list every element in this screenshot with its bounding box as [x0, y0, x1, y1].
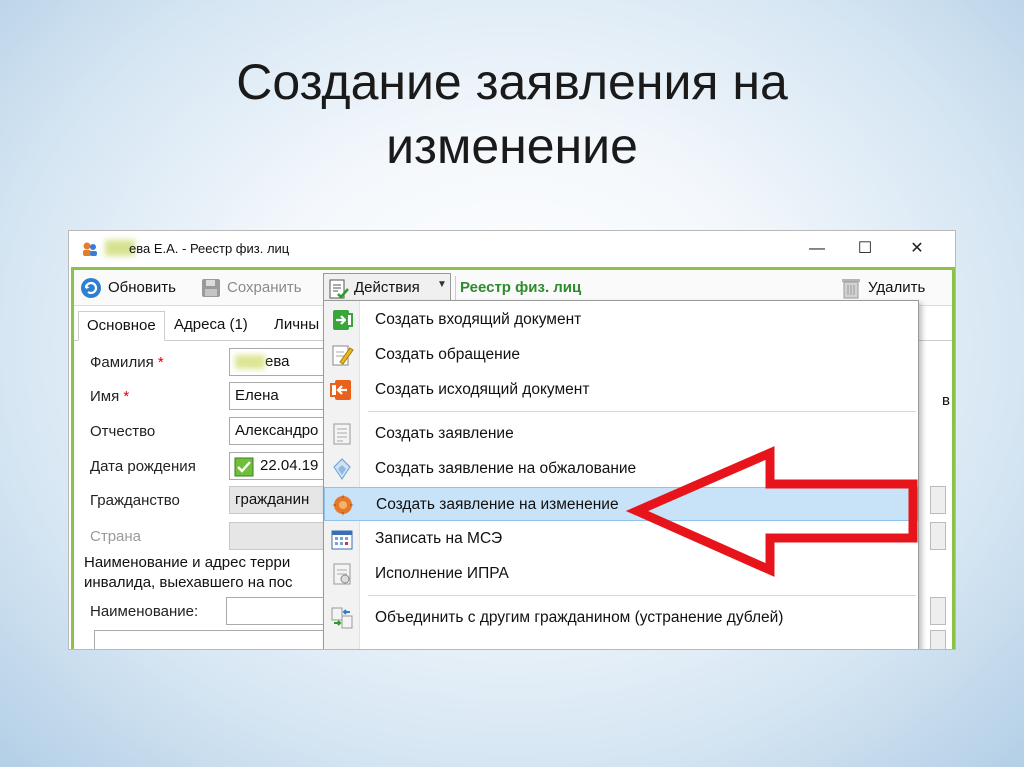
org-name-field[interactable] — [226, 597, 326, 625]
menu-item-label: Исполнение ИПРА — [375, 565, 509, 582]
menu-item-register-mse[interactable]: Записать на МСЭ — [324, 522, 918, 556]
menu-item-create-incoming[interactable]: Создать входящий документ — [324, 303, 918, 337]
menu-item-create-outgoing[interactable]: Создать исходящий документ — [324, 373, 918, 407]
floppy-icon — [202, 279, 220, 297]
menu-separator — [368, 411, 916, 412]
refresh-icon — [81, 278, 101, 298]
maximize-button[interactable]: ☐ — [853, 237, 877, 261]
pencil-doc-icon — [332, 345, 354, 366]
clipboard-check-icon — [329, 279, 349, 299]
menu-item-label: Объединить с другим гражданином (устране… — [375, 609, 784, 626]
country-field[interactable] — [229, 522, 329, 550]
actions-menu: Создать входящий документ Создать обраще… — [323, 300, 919, 649]
redacted-surname — [235, 355, 265, 370]
territory-text-line1: Наименование и адрес терри — [84, 554, 291, 571]
menu-item-label: Записать на МСЭ — [375, 530, 503, 547]
checkbox-calendar-icon[interactable] — [234, 457, 254, 477]
document-icon — [333, 423, 351, 445]
menu-separator — [368, 595, 916, 596]
minimize-button[interactable]: — — [805, 237, 829, 261]
citizenship-label: Гражданство — [90, 492, 180, 509]
menu-item-merge-citizen[interactable]: Объединить с другим гражданином (устране… — [324, 601, 918, 635]
refresh-label: Обновить — [108, 279, 176, 296]
edge-text: в — [942, 392, 950, 409]
territory-text-line2: инвалида, выехавшего на пос — [84, 574, 293, 591]
outgoing-doc-icon — [330, 380, 351, 400]
patronymic-label: Отчество — [90, 423, 156, 440]
change-request-icon — [332, 494, 354, 516]
surname-label: Фамилия * — [90, 354, 164, 371]
menu-item-label: Создать исходящий документ — [375, 381, 590, 398]
tab-personal[interactable]: Личны — [266, 311, 327, 341]
calendar-icon — [331, 530, 353, 550]
actions-button[interactable]: Действия ▼ — [323, 273, 451, 303]
app-window: ева Е.А. - Реестр физ. лиц — ☐ ✕ Обновит… — [68, 230, 956, 650]
save-button[interactable]: Сохранить — [201, 277, 302, 299]
menu-item-create-application[interactable]: Создать заявление — [324, 417, 918, 451]
tab-addresses[interactable]: Адреса (1) — [166, 311, 256, 341]
org-dropdown-edge[interactable] — [930, 597, 946, 625]
incoming-doc-icon — [333, 310, 353, 330]
save-label: Сохранить — [227, 279, 302, 296]
slide-title-line1: Создание заявления на — [236, 54, 788, 110]
refresh-button[interactable]: Обновить — [80, 277, 176, 299]
menu-item-label: Создать заявление на изменение — [376, 496, 619, 513]
address-textarea[interactable] — [94, 630, 334, 649]
delete-label: Удалить — [868, 279, 926, 296]
menu-item-create-appeal-complaint[interactable]: Создать заявление на обжалование — [324, 452, 918, 486]
org-name-label: Наименование: — [90, 603, 199, 620]
slide-title-line2: изменение — [386, 118, 638, 174]
name-label: Имя * — [90, 388, 130, 405]
surname-field[interactable]: ева — [229, 348, 329, 376]
menu-item-label: Создать заявление — [375, 425, 514, 442]
appeal-doc-icon — [333, 458, 351, 480]
menu-item-label: Создать заявление на обжалование — [375, 460, 637, 477]
registry-label: Реестр физ. лиц — [460, 279, 582, 296]
users-app-icon — [83, 242, 97, 256]
name-field[interactable]: Елена — [229, 382, 329, 410]
slide-title: Создание заявления на изменение — [0, 50, 1024, 178]
toolbar-divider — [455, 276, 456, 300]
close-button[interactable]: ✕ — [905, 237, 929, 261]
window-title: ева Е.А. - Реестр физ. лиц — [129, 241, 290, 256]
window-content: Обновить Сохранить Действия ▼ Реестр физ… — [71, 267, 955, 649]
citizenship-dropdown-edge[interactable] — [930, 486, 946, 514]
chevron-down-icon: ▼ — [437, 279, 447, 290]
country-field-edge — [930, 522, 946, 550]
menu-item-create-change-request[interactable]: Создать заявление на изменение — [324, 487, 918, 521]
menu-item-label: Создать обращение — [375, 346, 520, 363]
patronymic-field[interactable]: Александро — [229, 417, 329, 445]
textarea-edge — [930, 630, 946, 649]
trash-icon — [842, 279, 860, 299]
merge-icon — [331, 607, 353, 629]
actions-label: Действия — [354, 279, 420, 296]
menu-item-label: Создать входящий документ — [375, 311, 582, 328]
country-label: Страна — [90, 528, 142, 545]
menu-item-create-appeal[interactable]: Создать обращение — [324, 338, 918, 372]
delete-button[interactable]: Удалить — [840, 277, 925, 299]
window-titlebar: ева Е.А. - Реестр физ. лиц — ☐ ✕ — [69, 231, 955, 267]
citizenship-select[interactable]: гражданин — [229, 486, 329, 514]
menu-item-ipra-execution[interactable]: Исполнение ИПРА — [324, 557, 918, 591]
execution-doc-icon — [333, 563, 351, 585]
birthdate-field[interactable]: 22.04.19 — [229, 452, 329, 480]
tab-main[interactable]: Основное — [78, 311, 165, 341]
birthdate-label: Дата рождения — [90, 458, 196, 475]
